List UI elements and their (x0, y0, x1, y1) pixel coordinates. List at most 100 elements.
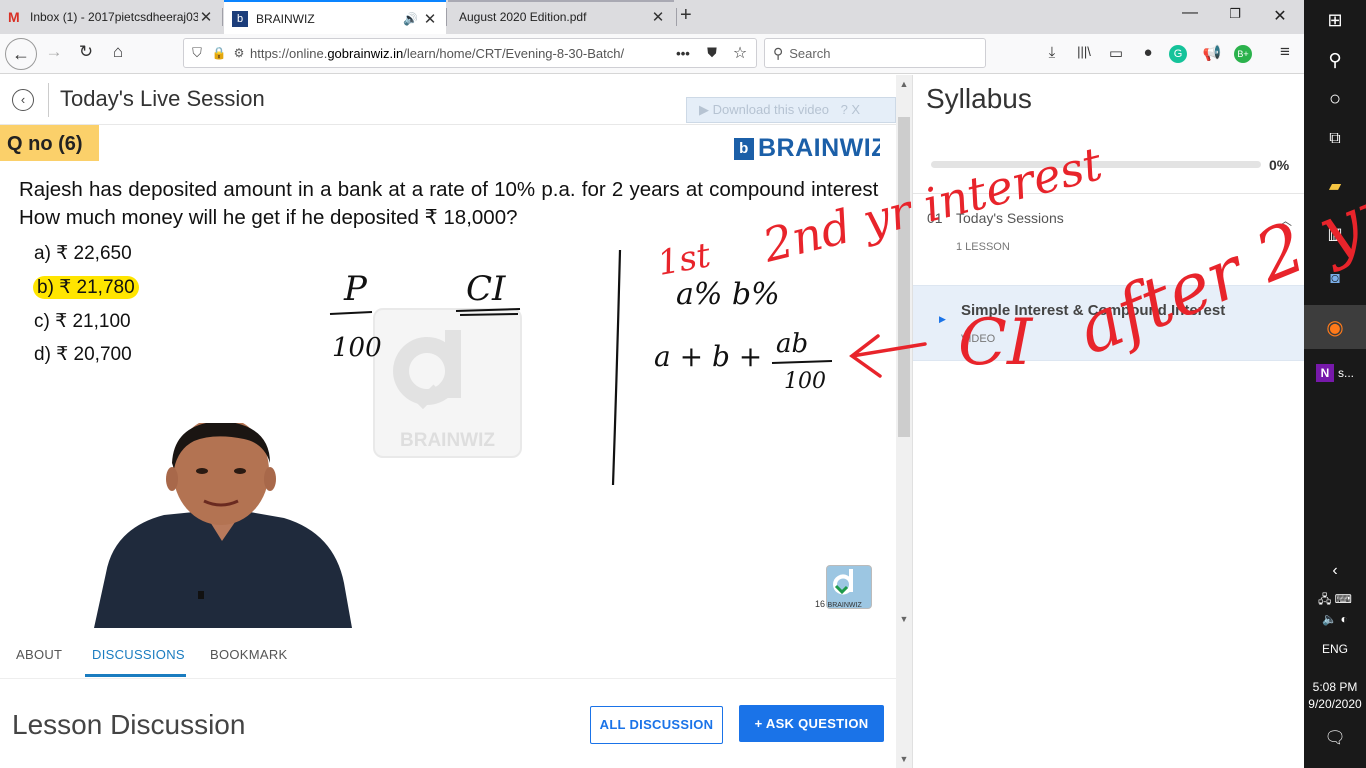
corner-number: 16 (815, 599, 826, 609)
scrollbar-thumb[interactable] (898, 117, 910, 437)
download-video-button[interactable]: ▶ Download this video ? X (686, 97, 896, 123)
close-icon[interactable]: ✕ (650, 8, 666, 26)
tab-bookmark[interactable]: BOOKMARK (210, 647, 288, 662)
page-title: Today's Live Session (60, 86, 265, 111)
progress-bar (931, 161, 1261, 168)
ask-question-button[interactable]: + ASK QUESTION (739, 705, 884, 742)
search-icon[interactable]: ⚲ (1304, 50, 1366, 71)
sidebar-icon[interactable]: ▭ (1105, 44, 1127, 62)
progress-percent: 0% (1269, 157, 1290, 173)
cortana-icon[interactable]: ○ (1304, 88, 1366, 111)
permissions-icon[interactable]: ⚙ (228, 46, 250, 60)
question-text: Rajesh has deposited amount in a bank at… (19, 178, 880, 229)
file-explorer-icon[interactable]: ▰ (1304, 176, 1366, 196)
option-c: c) ₹ 21,100 (34, 311, 131, 332)
speaker-icon[interactable]: 🔊 (403, 12, 418, 26)
section-lesson-count: 1 LESSON (956, 241, 1010, 253)
camera-icon[interactable]: ◙ (1304, 270, 1366, 288)
question-number: Q no (6) (0, 125, 99, 161)
notification-icon[interactable]: 🗨 (1304, 728, 1366, 748)
page-actions-button[interactable]: ••• (668, 46, 698, 61)
close-icon[interactable]: ✕ (422, 10, 438, 28)
page-scroll-down-arrow[interactable]: ▼ (896, 754, 912, 764)
watermark-b-icon (393, 330, 461, 410)
tab-title: Inbox (1) - 2017pietcsdheeraj03 (30, 10, 198, 24)
shield-icon[interactable]: ⛉ (184, 45, 210, 61)
lock-icon[interactable]: 🔒 (210, 46, 228, 60)
divider (48, 83, 49, 117)
chevron-left-icon[interactable]: ‹ (1304, 562, 1366, 580)
reload-button[interactable]: ↻ (74, 42, 98, 62)
watermark-text: BRAINWIZ (400, 430, 495, 451)
video-player[interactable]: Q no (6) b BRAINWIZ Rajesh has deposited … (0, 125, 880, 628)
syllabus-panel: Syllabus 0% 01 Today's Sessions 1 LESSON… (912, 75, 1305, 768)
windows-taskbar: ⊞ ⚲ ○ ⧉ ▰ ▥ ◙ ◉ Ns... ‹ 🖧 ⌨ 🔈 ◐ ENG 5:08… (1304, 0, 1366, 768)
account-icon[interactable]: ● (1137, 44, 1159, 61)
url-bar[interactable]: ⛉ 🔒 ⚙ https://online.gobrainwiz.in/learn… (183, 38, 757, 68)
volume-icon[interactable]: 🔈 ◐ (1304, 612, 1366, 626)
tab-gmail[interactable]: M Inbox (1) - 2017pietcsdheeraj03 ✕ (0, 0, 222, 34)
windows-start-icon[interactable]: ⊞ (1304, 10, 1366, 31)
tab-pdf[interactable]: August 2020 Edition.pdf ✕ (448, 0, 674, 34)
url-path: /learn/home/CRT/Evening-8-30-Batch/ (403, 45, 625, 61)
firefox-icon[interactable]: ◉ (1304, 315, 1366, 340)
megaphone-icon[interactable]: 📢 (1201, 44, 1223, 62)
option-d: d) ₹ 20,700 (34, 344, 132, 365)
tab-separator (446, 8, 447, 26)
screen: M Inbox (1) - 2017pietcsdheeraj03 ✕ b BR… (0, 0, 1366, 768)
brainwiz-logo: b BRAINWIZ (734, 134, 880, 163)
pocket-icon[interactable]: ⛊ (698, 45, 726, 61)
minimize-button[interactable]: — (1180, 4, 1200, 22)
syllabus-item[interactable]: ▶ Simple Interest & Compound Interest VI… (913, 285, 1305, 361)
scroll-up-arrow[interactable]: ▲ (896, 79, 912, 89)
onenote-icon: N (1315, 364, 1334, 382)
forward-button[interactable]: → (42, 42, 66, 62)
section-number: 01 (927, 210, 943, 226)
clock-date[interactable]: 9/20/2020 (1304, 697, 1366, 711)
downloads-icon[interactable]: ⤓ (1041, 44, 1063, 61)
tab-title: August 2020 Edition.pdf (459, 10, 587, 24)
tab-separator (222, 8, 223, 26)
option-a: a) ₹ 22,650 (34, 243, 132, 264)
network-icon[interactable]: 🖧 ⌨ (1304, 590, 1366, 611)
onenote-label: s... (1337, 366, 1354, 380)
tab-about[interactable]: ABOUT (16, 647, 62, 662)
search-input[interactable]: ⚲ Search (764, 38, 986, 68)
grammarly-icon[interactable]: G (1169, 45, 1187, 63)
language-indicator[interactable]: ENG (1304, 642, 1366, 656)
corner-label: 16 BRAINWIZ (815, 599, 862, 609)
window-close-button[interactable]: ✕ (1270, 6, 1290, 26)
task-view-icon[interactable]: ⧉ (1304, 130, 1366, 148)
chevron-up-icon[interactable]: ︿ (1279, 210, 1292, 229)
item-type: VIDEO (961, 333, 996, 345)
browser-tab-bar: M Inbox (1) - 2017pietcsdheeraj03 ✕ b BR… (0, 0, 1304, 35)
onenote-app[interactable]: Ns... (1304, 364, 1366, 382)
url-text[interactable]: https://online.gobrainwiz.in/learn/home/… (250, 46, 668, 61)
home-button[interactable]: ⌂ (106, 42, 130, 62)
download-help-icons[interactable]: ? X (841, 102, 861, 117)
clock-time[interactable]: 5:08 PM (1304, 680, 1366, 694)
page-scrollbar[interactable]: ▲ ▼ ▼ (896, 75, 912, 768)
watermark-logo: BRAINWIZ (373, 308, 522, 458)
scroll-down-arrow[interactable]: ▼ (896, 614, 912, 624)
restore-button[interactable]: ❐ (1225, 6, 1245, 22)
option-b: b) ₹ 21,780 (33, 276, 139, 299)
all-discussion-button[interactable]: ALL DISCUSSION (590, 706, 723, 744)
lesson-discussion-heading: Lesson Discussion (12, 709, 246, 740)
close-icon[interactable]: ✕ (198, 8, 214, 26)
back-circle-icon[interactable]: ‹ (12, 89, 34, 111)
tab-discussions[interactable]: DISCUSSIONS (92, 647, 185, 662)
gmail-icon: M (8, 9, 20, 25)
tab-brainwiz[interactable]: b BRAINWIZ 🔊 ✕ (224, 0, 446, 35)
tab-separator (676, 8, 677, 26)
extension-icon[interactable]: B+ (1234, 45, 1252, 63)
webcam-icon[interactable]: ▥ (1304, 224, 1366, 244)
library-icon[interactable]: |||\ (1073, 44, 1095, 59)
lesson-content: ‹ Today's Live Session ▶ Download this v… (0, 75, 912, 768)
bookmark-star-icon[interactable]: ☆ (726, 43, 754, 63)
syllabus-section[interactable]: 01 Today's Sessions 1 LESSON ︿ (913, 193, 1305, 285)
back-button[interactable]: ← (5, 38, 37, 70)
tab-title: BRAINWIZ (256, 11, 315, 26)
menu-icon[interactable]: ≡ (1274, 42, 1296, 62)
new-tab-button[interactable]: + (680, 4, 692, 27)
